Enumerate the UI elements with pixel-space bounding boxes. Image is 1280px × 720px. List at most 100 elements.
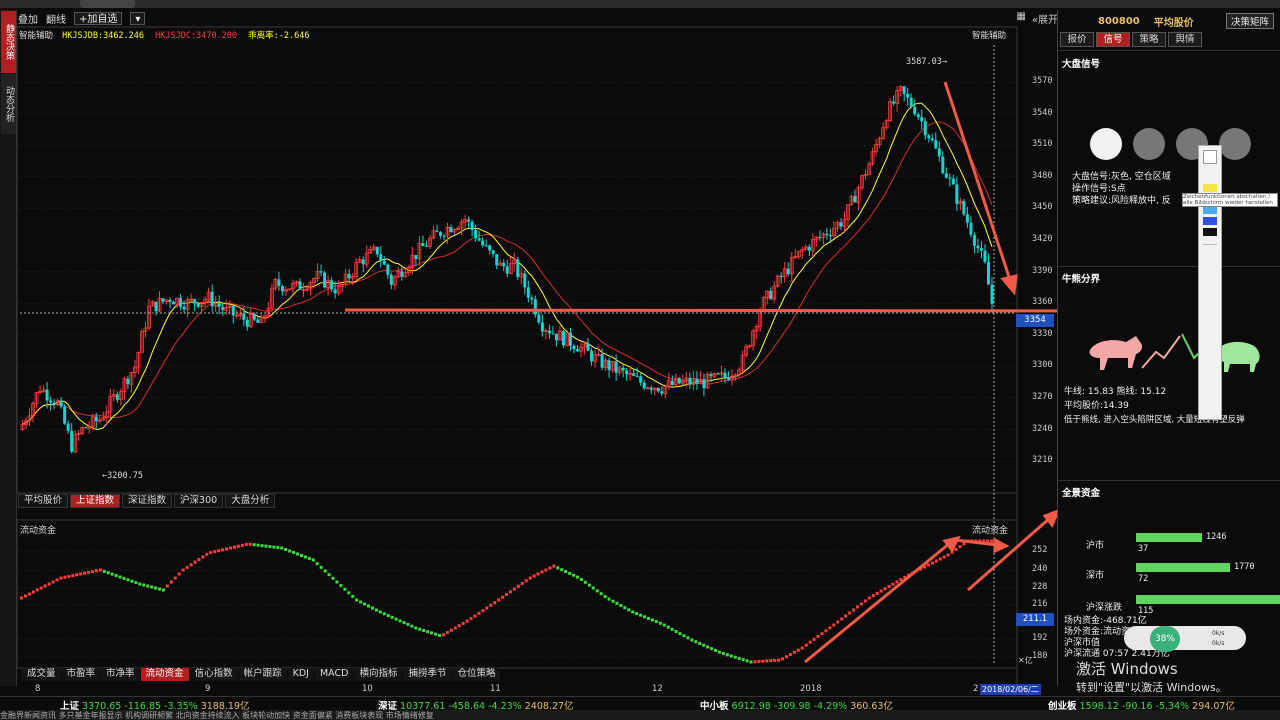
flow-bar-sub: 72 [1138, 574, 1149, 584]
indicator-tab[interactable]: 市净率 [101, 668, 140, 681]
flow-dot [118, 575, 122, 579]
flow-dot [469, 617, 473, 621]
drawing-toolbar[interactable] [1198, 145, 1222, 420]
indicator-tabs: 成交量 市盈率 市净率 流动资金 信心指数 帐户跟踪 KDJ MACD 横向指标 捕捞季节 仓位策略 [22, 668, 501, 682]
cursor-icon[interactable] [1203, 150, 1217, 164]
flow-dot [114, 574, 118, 578]
flow-dot [682, 634, 686, 638]
flow-bar-label: 沪深涨跌 [1086, 603, 1123, 613]
candle [962, 199, 966, 217]
flow-dot [398, 619, 402, 623]
flow-dot [820, 632, 824, 636]
panel-tab[interactable]: 报价 [1060, 32, 1094, 47]
flow-dot [370, 606, 374, 610]
index-tab[interactable]: 上证指数 [70, 494, 121, 508]
flow-dot [769, 659, 773, 663]
sub-tick: 180 [1032, 651, 1048, 661]
flow-dot [501, 595, 505, 599]
flow-dot [958, 545, 962, 549]
flow-dot [733, 655, 737, 659]
indicator-tab[interactable]: 帐户跟踪 [238, 668, 287, 681]
indicator-tab[interactable]: 仓位策略 [452, 668, 501, 681]
flow-bar-sub: 115 [1138, 606, 1154, 616]
flow-dot [615, 601, 619, 605]
flow-dot [165, 584, 169, 588]
panel-tab[interactable]: 策略 [1132, 32, 1166, 47]
flow-dot [264, 544, 268, 548]
flow-dot [552, 564, 556, 568]
indicator-tab[interactable]: 市盈率 [61, 668, 101, 681]
flow-dot [351, 594, 355, 598]
flow-dot [465, 619, 469, 623]
flow-dot [508, 590, 512, 594]
indicator-tab[interactable]: KDJ [287, 668, 314, 681]
flow-dot [840, 617, 844, 621]
flow-dot [185, 565, 189, 569]
indicator-tab[interactable]: 横向指标 [354, 668, 403, 681]
flow-dot [355, 598, 359, 602]
flow-dot [445, 631, 449, 635]
signal-title: 大盘信号 [1062, 59, 1101, 70]
color-cyan-swatch[interactable] [1203, 206, 1217, 214]
flow-dot [276, 546, 280, 550]
flow-dot [926, 563, 930, 567]
color-blue-swatch[interactable] [1203, 217, 1217, 225]
market-ticker: 上证 3370.65 -116.85 -3.35% 3188.19亿 深证 103… [0, 696, 1280, 712]
indicator-tab[interactable]: MACD [314, 668, 354, 681]
flow-dot [654, 620, 658, 624]
panel-tab[interactable]: 舆情 [1168, 32, 1202, 47]
index-tab[interactable]: 平均股价 [18, 494, 69, 508]
flow-dot [871, 594, 875, 598]
network-widget[interactable] [1124, 626, 1246, 650]
sub-axis: 252 240 228 216 192 180 [1018, 535, 1056, 665]
color-yellow-swatch[interactable] [1203, 184, 1217, 192]
price-tick: 3330 [1032, 328, 1053, 339]
indicator-tab[interactable]: 流动资金 [140, 668, 189, 681]
flow-dot [891, 582, 895, 586]
flow-dot [721, 652, 725, 656]
signal-light-gray [1219, 128, 1251, 160]
price-tick: 3420 [1032, 234, 1053, 244]
flow-dot [532, 574, 536, 578]
index-tab[interactable]: 大盘分析 [225, 494, 276, 508]
flow-dot [268, 545, 272, 549]
flow-dot [323, 569, 327, 573]
flow-dot [319, 565, 323, 569]
flow-dot [39, 586, 43, 590]
indicator-tab[interactable]: 捕捞季节 [403, 668, 452, 681]
color-black-swatch[interactable] [1203, 228, 1217, 236]
flow-dot [611, 599, 615, 603]
news-scroller: 金融界新闻资讯 多只基金年报显示 机构调研频繁 北向资金持续流入 板块轮动加快 … [0, 710, 1280, 720]
flow-dot [146, 584, 150, 588]
flow-dot [75, 573, 79, 577]
indicator-tab[interactable]: 信心指数 [189, 668, 238, 681]
flow-dot [374, 608, 378, 612]
flow-dot [23, 594, 27, 598]
tool-icons[interactable] [1203, 244, 1217, 394]
flow-dot [35, 588, 39, 592]
flow-dot [875, 591, 879, 595]
index-tab[interactable]: 沪深300 [174, 494, 224, 508]
flow-dot [441, 633, 445, 637]
flow-dot [201, 555, 205, 559]
flow-dot [43, 584, 47, 588]
flow-dot [883, 587, 887, 591]
flow-dot [761, 659, 765, 663]
flow-dot [122, 576, 126, 580]
flow-dot [607, 597, 611, 601]
indicator-tab[interactable]: 成交量 [22, 668, 61, 681]
flow-dot [296, 552, 300, 556]
index-tab[interactable]: 深证指数 [122, 494, 173, 508]
decision-matrix-button[interactable]: 决策矩阵 [1225, 13, 1274, 29]
flow-dot [666, 625, 670, 629]
flow-dot [158, 587, 162, 591]
stock-name: 平均股价 [1153, 17, 1194, 29]
price-tick: 3450 [1032, 202, 1053, 213]
panel-tab[interactable]: 信号 [1096, 32, 1130, 47]
flow-dot [646, 616, 650, 620]
flow-dot [497, 598, 501, 602]
flow-dot [777, 658, 781, 662]
flow-dot [859, 602, 863, 606]
flow-dot [792, 650, 796, 654]
flow-dot [67, 574, 71, 578]
